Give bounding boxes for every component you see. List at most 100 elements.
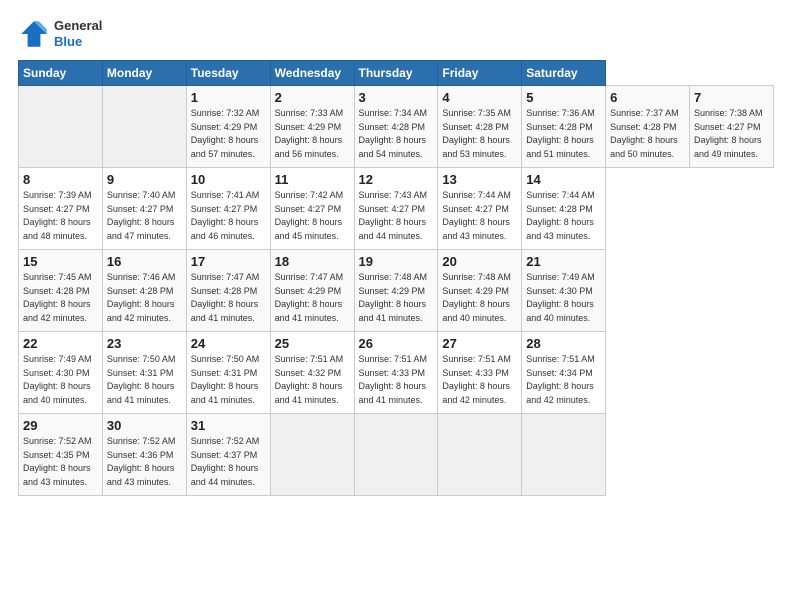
- calendar-cell: 2 Sunrise: 7:33 AM Sunset: 4:29 PM Dayli…: [270, 86, 354, 168]
- day-info: Sunrise: 7:33 AM Sunset: 4:29 PM Dayligh…: [275, 107, 350, 161]
- day-info: Sunrise: 7:48 AM Sunset: 4:29 PM Dayligh…: [359, 271, 434, 325]
- calendar-cell: 22 Sunrise: 7:49 AM Sunset: 4:30 PM Dayl…: [19, 332, 103, 414]
- day-info: Sunrise: 7:50 AM Sunset: 4:31 PM Dayligh…: [191, 353, 266, 407]
- day-number: 23: [107, 336, 182, 351]
- day-number: 20: [442, 254, 517, 269]
- day-number: 18: [275, 254, 350, 269]
- day-info: Sunrise: 7:40 AM Sunset: 4:27 PM Dayligh…: [107, 189, 182, 243]
- day-info: Sunrise: 7:44 AM Sunset: 4:27 PM Dayligh…: [442, 189, 517, 243]
- col-header-tuesday: Tuesday: [186, 61, 270, 86]
- day-number: 11: [275, 172, 350, 187]
- day-info: Sunrise: 7:49 AM Sunset: 4:30 PM Dayligh…: [23, 353, 98, 407]
- day-number: 13: [442, 172, 517, 187]
- day-info: Sunrise: 7:44 AM Sunset: 4:28 PM Dayligh…: [526, 189, 601, 243]
- calendar-cell: 18 Sunrise: 7:47 AM Sunset: 4:29 PM Dayl…: [270, 250, 354, 332]
- calendar-cell: 5 Sunrise: 7:36 AM Sunset: 4:28 PM Dayli…: [522, 86, 606, 168]
- calendar-cell: 27 Sunrise: 7:51 AM Sunset: 4:33 PM Dayl…: [438, 332, 522, 414]
- calendar-row: 22 Sunrise: 7:49 AM Sunset: 4:30 PM Dayl…: [19, 332, 774, 414]
- calendar-cell: 21 Sunrise: 7:49 AM Sunset: 4:30 PM Dayl…: [522, 250, 606, 332]
- day-number: 2: [275, 90, 350, 105]
- page: General Blue SundayMondayTuesdayWednesda…: [0, 0, 792, 612]
- day-info: Sunrise: 7:52 AM Sunset: 4:37 PM Dayligh…: [191, 435, 266, 489]
- calendar-cell: 8 Sunrise: 7:39 AM Sunset: 4:27 PM Dayli…: [19, 168, 103, 250]
- day-number: 14: [526, 172, 601, 187]
- col-header-sunday: Sunday: [19, 61, 103, 86]
- day-info: Sunrise: 7:36 AM Sunset: 4:28 PM Dayligh…: [526, 107, 601, 161]
- col-header-thursday: Thursday: [354, 61, 438, 86]
- calendar-cell: 6 Sunrise: 7:37 AM Sunset: 4:28 PM Dayli…: [606, 86, 690, 168]
- calendar-header-row: SundayMondayTuesdayWednesdayThursdayFrid…: [19, 61, 774, 86]
- calendar-cell: 16 Sunrise: 7:46 AM Sunset: 4:28 PM Dayl…: [102, 250, 186, 332]
- day-info: Sunrise: 7:35 AM Sunset: 4:28 PM Dayligh…: [442, 107, 517, 161]
- day-info: Sunrise: 7:51 AM Sunset: 4:34 PM Dayligh…: [526, 353, 601, 407]
- calendar-cell: 17 Sunrise: 7:47 AM Sunset: 4:28 PM Dayl…: [186, 250, 270, 332]
- day-number: 8: [23, 172, 98, 187]
- col-header-friday: Friday: [438, 61, 522, 86]
- calendar-cell: 26 Sunrise: 7:51 AM Sunset: 4:33 PM Dayl…: [354, 332, 438, 414]
- day-info: Sunrise: 7:47 AM Sunset: 4:29 PM Dayligh…: [275, 271, 350, 325]
- day-number: 31: [191, 418, 266, 433]
- day-number: 6: [610, 90, 685, 105]
- calendar-cell: [354, 414, 438, 496]
- day-info: Sunrise: 7:38 AM Sunset: 4:27 PM Dayligh…: [694, 107, 769, 161]
- day-number: 1: [191, 90, 266, 105]
- day-info: Sunrise: 7:47 AM Sunset: 4:28 PM Dayligh…: [191, 271, 266, 325]
- calendar-cell: 30 Sunrise: 7:52 AM Sunset: 4:36 PM Dayl…: [102, 414, 186, 496]
- day-info: Sunrise: 7:51 AM Sunset: 4:33 PM Dayligh…: [359, 353, 434, 407]
- empty-cell: [102, 86, 186, 168]
- day-info: Sunrise: 7:39 AM Sunset: 4:27 PM Dayligh…: [23, 189, 98, 243]
- calendar-cell: 12 Sunrise: 7:43 AM Sunset: 4:27 PM Dayl…: [354, 168, 438, 250]
- day-info: Sunrise: 7:41 AM Sunset: 4:27 PM Dayligh…: [191, 189, 266, 243]
- calendar-body: 1 Sunrise: 7:32 AM Sunset: 4:29 PM Dayli…: [19, 86, 774, 496]
- day-number: 10: [191, 172, 266, 187]
- calendar-cell: 31 Sunrise: 7:52 AM Sunset: 4:37 PM Dayl…: [186, 414, 270, 496]
- calendar-cell: 11 Sunrise: 7:42 AM Sunset: 4:27 PM Dayl…: [270, 168, 354, 250]
- calendar-cell: 25 Sunrise: 7:51 AM Sunset: 4:32 PM Dayl…: [270, 332, 354, 414]
- day-info: Sunrise: 7:48 AM Sunset: 4:29 PM Dayligh…: [442, 271, 517, 325]
- calendar-cell: 29 Sunrise: 7:52 AM Sunset: 4:35 PM Dayl…: [19, 414, 103, 496]
- calendar-row: 29 Sunrise: 7:52 AM Sunset: 4:35 PM Dayl…: [19, 414, 774, 496]
- col-header-saturday: Saturday: [522, 61, 606, 86]
- calendar-cell: 10 Sunrise: 7:41 AM Sunset: 4:27 PM Dayl…: [186, 168, 270, 250]
- day-number: 7: [694, 90, 769, 105]
- calendar-row: 15 Sunrise: 7:45 AM Sunset: 4:28 PM Dayl…: [19, 250, 774, 332]
- calendar-row: 1 Sunrise: 7:32 AM Sunset: 4:29 PM Dayli…: [19, 86, 774, 168]
- day-number: 25: [275, 336, 350, 351]
- day-number: 29: [23, 418, 98, 433]
- calendar-cell: [438, 414, 522, 496]
- calendar-cell: 13 Sunrise: 7:44 AM Sunset: 4:27 PM Dayl…: [438, 168, 522, 250]
- calendar-cell: 9 Sunrise: 7:40 AM Sunset: 4:27 PM Dayli…: [102, 168, 186, 250]
- calendar-table: SundayMondayTuesdayWednesdayThursdayFrid…: [18, 60, 774, 496]
- day-info: Sunrise: 7:42 AM Sunset: 4:27 PM Dayligh…: [275, 189, 350, 243]
- calendar-cell: 15 Sunrise: 7:45 AM Sunset: 4:28 PM Dayl…: [19, 250, 103, 332]
- calendar-cell: 3 Sunrise: 7:34 AM Sunset: 4:28 PM Dayli…: [354, 86, 438, 168]
- day-number: 22: [23, 336, 98, 351]
- day-number: 16: [107, 254, 182, 269]
- day-number: 19: [359, 254, 434, 269]
- empty-cell: [19, 86, 103, 168]
- day-info: Sunrise: 7:52 AM Sunset: 4:36 PM Dayligh…: [107, 435, 182, 489]
- day-number: 27: [442, 336, 517, 351]
- day-number: 9: [107, 172, 182, 187]
- day-number: 4: [442, 90, 517, 105]
- day-info: Sunrise: 7:37 AM Sunset: 4:28 PM Dayligh…: [610, 107, 685, 161]
- calendar-cell: 1 Sunrise: 7:32 AM Sunset: 4:29 PM Dayli…: [186, 86, 270, 168]
- day-info: Sunrise: 7:50 AM Sunset: 4:31 PM Dayligh…: [107, 353, 182, 407]
- calendar-cell: [522, 414, 606, 496]
- calendar-cell: 19 Sunrise: 7:48 AM Sunset: 4:29 PM Dayl…: [354, 250, 438, 332]
- col-header-monday: Monday: [102, 61, 186, 86]
- day-number: 12: [359, 172, 434, 187]
- day-number: 24: [191, 336, 266, 351]
- day-number: 21: [526, 254, 601, 269]
- calendar-cell: 23 Sunrise: 7:50 AM Sunset: 4:31 PM Dayl…: [102, 332, 186, 414]
- day-info: Sunrise: 7:49 AM Sunset: 4:30 PM Dayligh…: [526, 271, 601, 325]
- day-number: 17: [191, 254, 266, 269]
- calendar-cell: 14 Sunrise: 7:44 AM Sunset: 4:28 PM Dayl…: [522, 168, 606, 250]
- day-number: 5: [526, 90, 601, 105]
- calendar-cell: 4 Sunrise: 7:35 AM Sunset: 4:28 PM Dayli…: [438, 86, 522, 168]
- day-number: 30: [107, 418, 182, 433]
- day-number: 28: [526, 336, 601, 351]
- calendar-cell: 7 Sunrise: 7:38 AM Sunset: 4:27 PM Dayli…: [690, 86, 774, 168]
- calendar-cell: 24 Sunrise: 7:50 AM Sunset: 4:31 PM Dayl…: [186, 332, 270, 414]
- calendar-cell: [270, 414, 354, 496]
